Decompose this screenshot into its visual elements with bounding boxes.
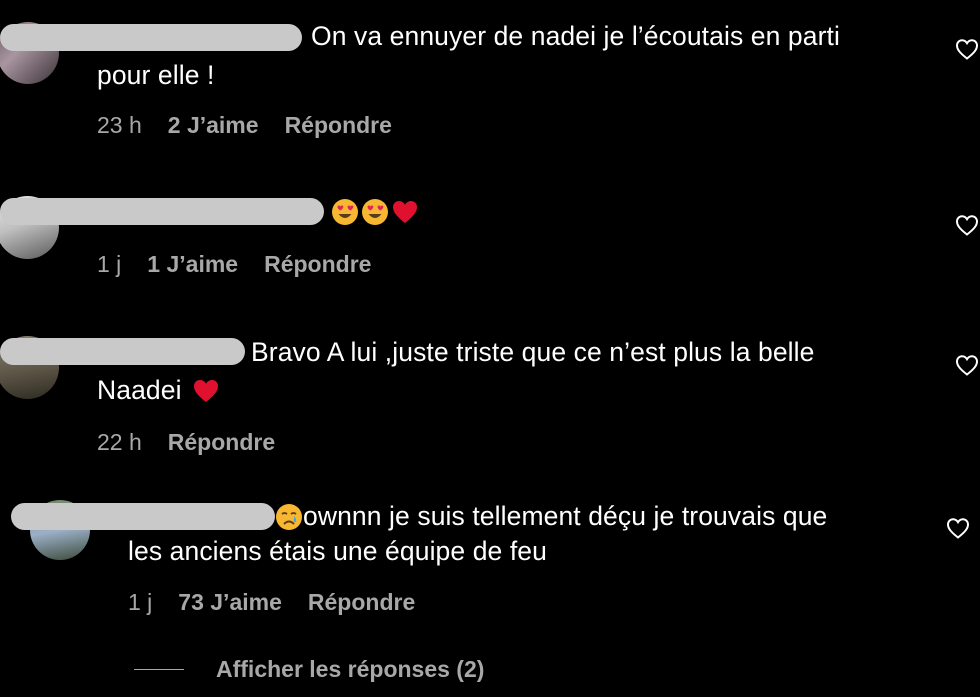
- reply-button[interactable]: Répondre: [264, 251, 371, 278]
- heart-eyes-emoji: [362, 199, 388, 225]
- comment-text-line2: les anciens étais une équipe de feu: [128, 536, 547, 566]
- heart-outline-icon[interactable]: [955, 354, 979, 376]
- comment-time: 1 j: [97, 251, 122, 277]
- crying-face-emoji: [276, 503, 302, 530]
- comment-text-line1: ownnn je suis tellement déçu je trouvais…: [303, 501, 828, 531]
- comment-meta: 1 j 73 J’aime Répondre: [128, 589, 415, 616]
- heart-outline-icon[interactable]: [946, 517, 970, 539]
- heart-eyes-emoji: [332, 199, 358, 225]
- view-replies-label: Afficher les réponses (2): [216, 656, 485, 682]
- red-heart-emoji: [193, 379, 218, 402]
- comment-text-line1-wrap: ownnn je suis tellement déçu je trouvais…: [275, 498, 827, 535]
- like-count[interactable]: 1 J’aime: [147, 251, 238, 278]
- view-replies-button[interactable]: Afficher les réponses (2): [134, 656, 484, 683]
- comment-meta: 22 h Répondre: [97, 429, 275, 456]
- reply-button[interactable]: Répondre: [308, 589, 415, 616]
- username-redacted[interactable]: [0, 24, 302, 51]
- like-count[interactable]: 2 J’aime: [168, 112, 259, 139]
- comment-time: 1 j: [128, 589, 153, 615]
- comment-text-line2: Naadei: [97, 375, 182, 405]
- username-redacted[interactable]: [0, 338, 245, 365]
- comment-meta: 1 j 1 J’aime Répondre: [97, 251, 371, 278]
- like-count[interactable]: 73 J’aime: [178, 589, 282, 616]
- reply-button[interactable]: Répondre: [168, 429, 275, 456]
- comment-text-line2-wrap: Naadei: [97, 372, 220, 409]
- comment-text-line2: pour elle !: [97, 60, 215, 90]
- heart-outline-icon[interactable]: [955, 38, 979, 60]
- comment-time: 22 h: [97, 429, 142, 455]
- heart-outline-icon[interactable]: [955, 214, 979, 236]
- comment-time: 23 h: [97, 112, 142, 138]
- comment-text-line1: Bravo A lui ,juste triste que ce n’est p…: [251, 337, 815, 367]
- red-heart-emoji: [393, 201, 417, 223]
- reply-button[interactable]: Répondre: [285, 112, 392, 139]
- username-redacted[interactable]: [11, 503, 275, 530]
- comment-emojis: [331, 198, 419, 226]
- comment-meta: 23 h 2 J’aime Répondre: [97, 112, 392, 139]
- username-redacted[interactable]: [0, 198, 324, 225]
- replies-divider-line: [134, 669, 184, 670]
- comment-text-line1: On va ennuyer de nadei je l’écoutais en …: [311, 21, 840, 51]
